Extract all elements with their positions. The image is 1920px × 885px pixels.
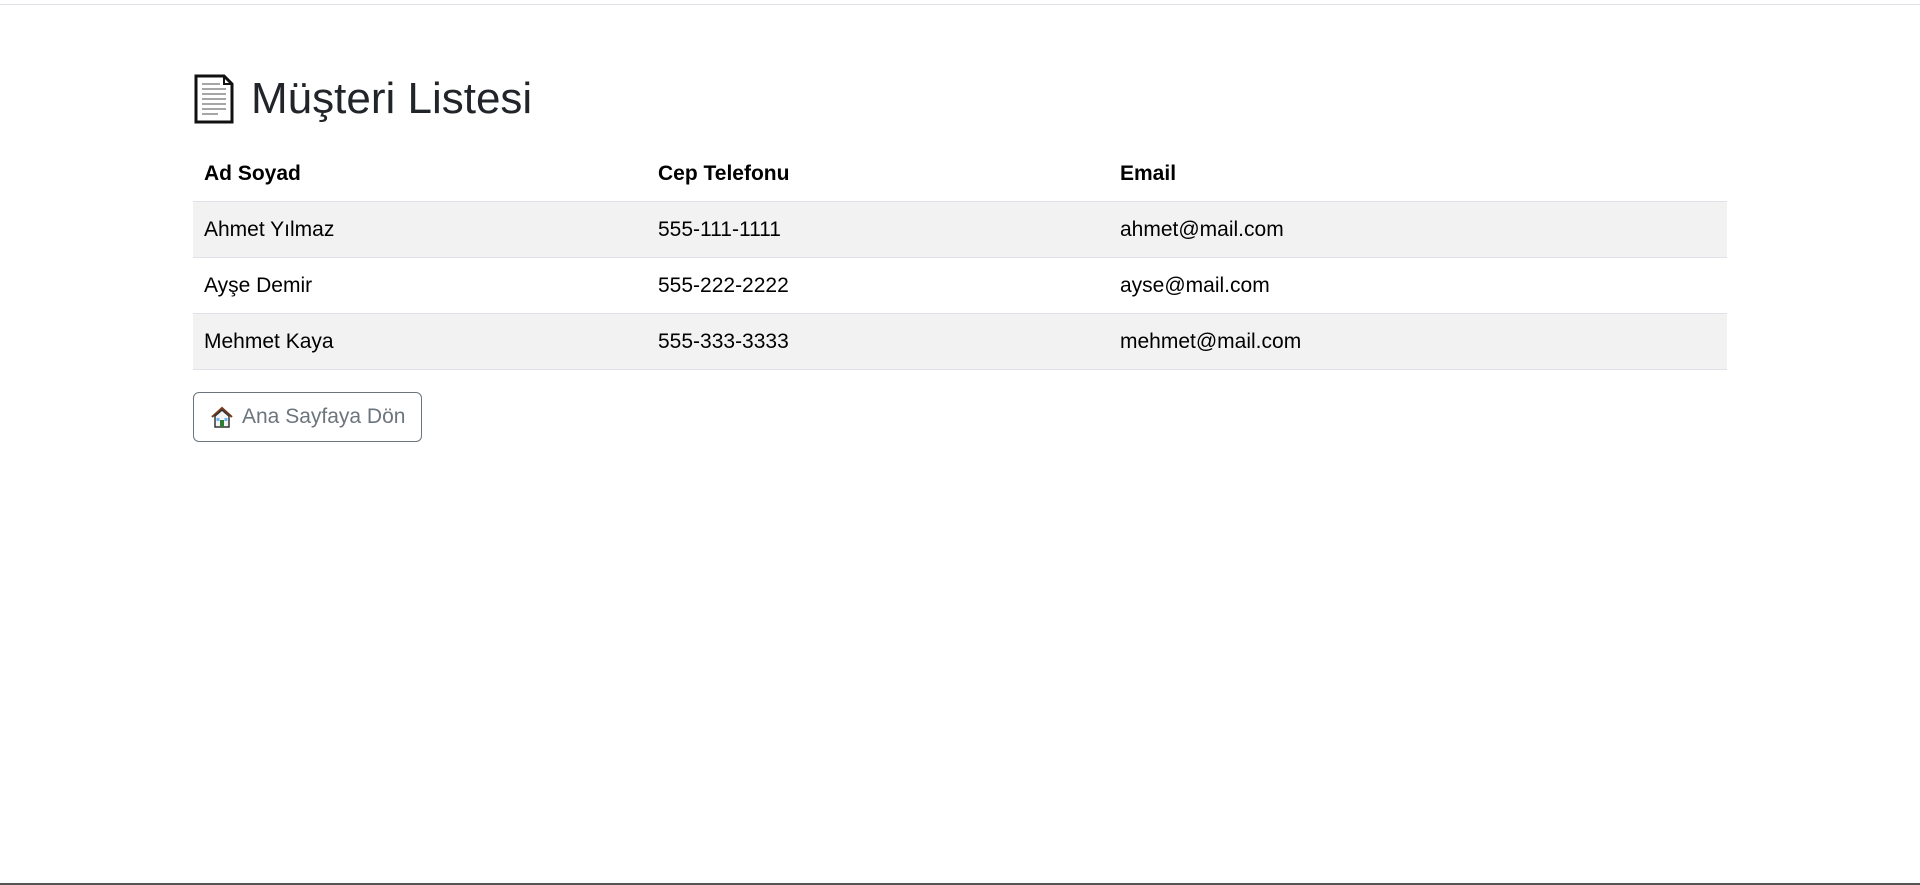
cell-name: Ayşe Demir (193, 257, 647, 314)
cell-phone: 555-222-2222 (647, 257, 1109, 314)
document-icon (193, 74, 235, 124)
table-row: Ahmet Yılmaz 555-111-1111 ahmet@mail.com (193, 201, 1727, 258)
table-row: Ayşe Demir 555-222-2222 ayse@mail.com (193, 257, 1727, 314)
column-header-email: Email (1109, 146, 1727, 202)
main-content: Müşteri Listesi Ad Soyad Cep Telefonu Em… (193, 70, 1727, 442)
header-row: Ad Soyad Cep Telefonu Email (193, 146, 1727, 202)
column-header-name: Ad Soyad (193, 146, 647, 202)
table-body: Ahmet Yılmaz 555-111-1111 ahmet@mail.com… (193, 201, 1727, 370)
cell-email: ayse@mail.com (1109, 257, 1727, 314)
cell-phone: 555-111-1111 (647, 201, 1109, 258)
top-divider (0, 4, 1920, 5)
cell-name: Ahmet Yılmaz (193, 201, 647, 258)
page-title: Müşteri Listesi (193, 70, 1727, 128)
page-title-text: Müşteri Listesi (251, 74, 533, 123)
column-header-phone: Cep Telefonu (647, 146, 1109, 202)
customer-table: Ad Soyad Cep Telefonu Email Ahmet Yılmaz… (193, 146, 1727, 370)
table-header: Ad Soyad Cep Telefonu Email (193, 146, 1727, 202)
cell-name: Mehmet Kaya (193, 313, 647, 370)
cell-email: mehmet@mail.com (1109, 313, 1727, 370)
cell-phone: 555-333-3333 (647, 313, 1109, 370)
cell-email: ahmet@mail.com (1109, 201, 1727, 258)
back-to-home-button[interactable]: Ana Sayfaya Dön (193, 392, 423, 442)
back-button-label: Ana Sayfaya Dön (242, 405, 406, 428)
table-row: Mehmet Kaya 555-333-3333 mehmet@mail.com (193, 313, 1727, 370)
house-icon (210, 405, 234, 429)
